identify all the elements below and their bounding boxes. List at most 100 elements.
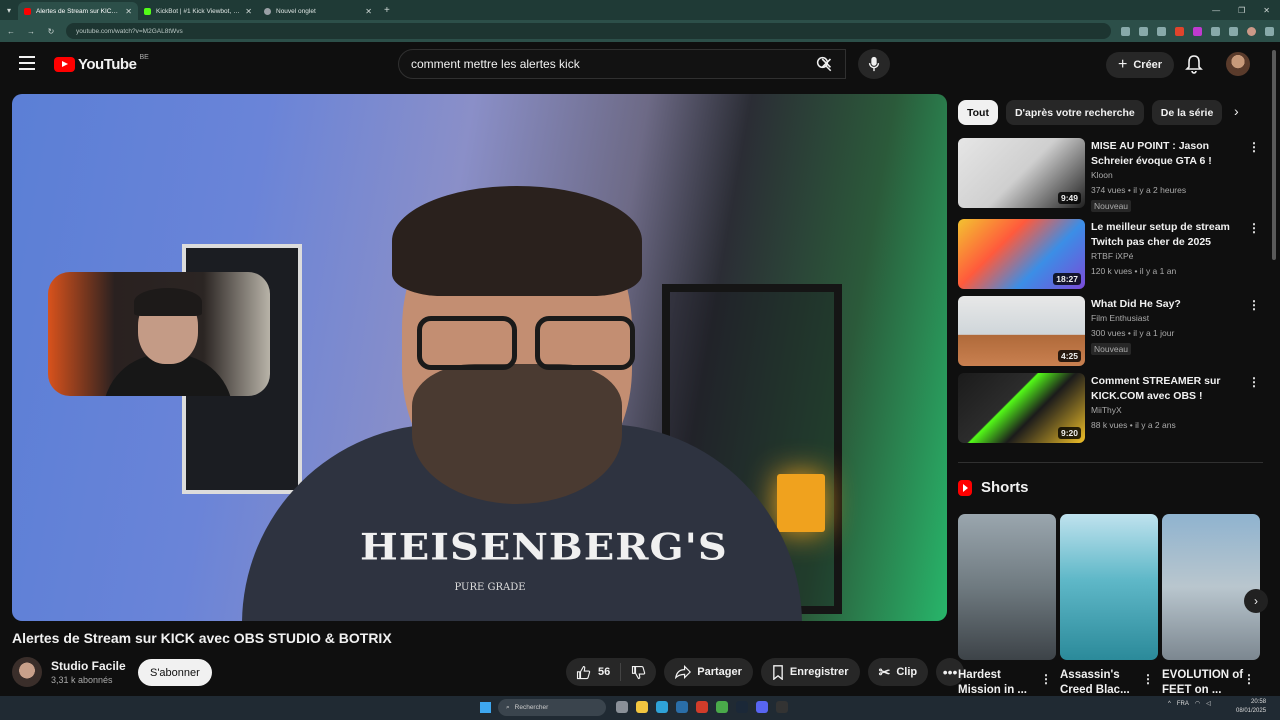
search-button[interactable] [802,49,846,79]
save-button[interactable]: Enregistrer [760,658,860,686]
like-button[interactable]: 56 [566,663,622,681]
cast-icon[interactable] [1139,26,1148,36]
tab-search-icon[interactable]: ▾ [0,0,18,20]
short-thumbnail[interactable] [958,514,1056,660]
tray-chevron-icon[interactable]: ^ [1168,701,1171,707]
notifications-button[interactable] [1185,54,1203,79]
maximize-icon[interactable]: ❐ [1238,6,1245,15]
clock-date: 08/01/2025 [1236,708,1267,714]
video-thumbnail[interactable]: 9:20 [958,373,1085,443]
browser-tab-new[interactable]: Nouvel onglet ✕ [258,2,378,20]
browser-tab-bar: ▾ Alertes de Stream sur KICK avec ✕ Kick… [0,0,1280,20]
address-bar[interactable]: youtube.com/watch?v=M2GAL8tWvs [66,23,1111,39]
section-divider [958,462,1263,463]
edge-icon[interactable] [656,701,668,713]
close-tab-icon[interactable]: ✕ [125,7,132,16]
new-badge: Nouveau [1091,343,1132,355]
kebab-menu-icon[interactable]: ⋮ [1040,672,1052,686]
account-avatar[interactable] [1226,52,1250,76]
extension-icon[interactable] [1193,26,1202,36]
rec-title[interactable]: Le meilleur setup de stream Twitch pas c… [1091,220,1241,250]
adobe-icon[interactable] [696,701,708,713]
kebab-menu-icon[interactable]: ⋮ [1248,298,1260,312]
extension-icon[interactable] [1175,26,1184,36]
rec-title[interactable]: MISE AU POINT : Jason Schreier évoque GT… [1091,139,1241,169]
video-thumbnail[interactable]: 9:49 [958,138,1085,208]
video-thumbnail[interactable]: 18:27 [958,219,1085,289]
short-title[interactable]: Hardest Mission in ... [958,668,1040,698]
zoom-icon[interactable] [1121,26,1130,36]
bookmark-star-icon[interactable] [1157,26,1166,36]
short-thumbnail[interactable] [1060,514,1158,660]
page-scrollbar[interactable] [1272,50,1276,260]
discord-icon[interactable] [756,701,768,713]
voice-search-button[interactable] [858,49,890,79]
kebab-menu-icon[interactable]: ⋮ [1248,221,1260,235]
downloads-icon[interactable] [1229,26,1238,36]
youtube-logo[interactable]: YouTube BE [54,54,149,73]
video-player[interactable]: HEISENBERG'S PURE GRADE [12,94,947,621]
video-thumbnail[interactable]: 4:25 [958,296,1085,366]
share-button[interactable]: Partager [664,658,753,686]
hamburger-menu-icon[interactable] [19,56,35,70]
create-button[interactable]: + Créer [1106,52,1175,78]
reload-icon[interactable]: ↻ [46,27,56,36]
short-title[interactable]: Assassin's Creed Blac... [1060,668,1142,698]
rec-title[interactable]: Comment STREAMER sur KICK.COM avec OBS ! [1091,374,1241,404]
taskbar-search[interactable]: ⌕ Rechercher [498,699,606,716]
chip-all[interactable]: Tout [958,100,998,125]
window-close-icon[interactable]: ✕ [1263,6,1270,15]
kebab-menu-icon[interactable]: ⋮ [1248,375,1260,389]
recommendation-item[interactable]: 9:20 Comment STREAMER sur KICK.COM avec … [958,373,1263,445]
channel-avatar[interactable] [12,657,42,687]
extensions-puzzle-icon[interactable] [1211,26,1220,36]
chevron-right-icon[interactable]: › [1244,589,1268,613]
recommendation-item[interactable]: 4:25 What Did He Say? Film Enthusiast 30… [958,296,1263,368]
kebab-menu-icon[interactable]: ⋮ [1142,672,1154,686]
file-explorer-icon[interactable] [636,701,648,713]
chrome-icon[interactable] [716,701,728,713]
recommendation-item[interactable]: 18:27 Le meilleur setup de stream Twitch… [958,219,1263,291]
menu-kebab-icon[interactable] [1265,26,1274,36]
task-view-icon[interactable] [616,701,628,713]
duration-badge: 18:27 [1053,273,1081,285]
chip-series[interactable]: De la série [1151,100,1223,125]
browser-tab-kickbot[interactable]: KickBot | #1 Kick Viewbot, Chat ✕ [138,2,258,20]
rec-title[interactable]: What Did He Say? [1091,297,1241,312]
short-thumbnail[interactable] [1162,514,1260,660]
duration-badge: 4:25 [1057,350,1081,362]
close-tab-icon[interactable]: ✕ [245,7,252,16]
language-indicator[interactable]: FRA [1177,701,1189,707]
clip-button[interactable]: ✂ Clip [867,658,929,686]
obs-icon[interactable] [776,701,788,713]
search-input[interactable]: comment mettre les alertes kick [411,57,820,71]
chip-related[interactable]: D'après votre recherche [1005,100,1144,125]
search-box[interactable]: comment mettre les alertes kick ✕ [398,49,846,79]
close-tab-icon[interactable]: ✕ [365,7,372,16]
new-tab-icon[interactable]: + [378,5,396,16]
wifi-icon[interactable]: ◠ [1195,700,1200,707]
rec-channel[interactable]: Film Enthusiast [1091,313,1149,323]
kebab-menu-icon[interactable]: ⋮ [1248,140,1260,154]
minimize-icon[interactable]: — [1212,6,1220,15]
steam-icon[interactable] [736,701,748,713]
channel-name[interactable]: Studio Facile [51,659,126,673]
kebab-menu-icon[interactable]: ⋮ [1243,672,1255,686]
photoshop-icon[interactable] [676,701,688,713]
windows-start-icon[interactable] [480,702,491,713]
volume-icon[interactable]: ◁ [1206,700,1211,707]
rec-channel[interactable]: Kloon [1091,170,1113,180]
profile-icon[interactable] [1247,26,1256,36]
dislike-button[interactable] [621,665,656,680]
chevron-right-icon[interactable]: › [1234,103,1239,119]
browser-tab-youtube[interactable]: Alertes de Stream sur KICK avec ✕ [18,2,138,20]
rec-channel[interactable]: RTBF iXPé [1091,251,1133,261]
subscribe-button[interactable]: S'abonner [138,659,212,686]
short-title[interactable]: EVOLUTION of FEET on ... [1162,668,1244,698]
rec-channel[interactable]: MiiThyX [1091,405,1122,415]
back-icon[interactable]: ← [6,27,16,36]
recommendation-item[interactable]: 9:49 MISE AU POINT : Jason Schreier évoq… [958,138,1263,212]
rec-meta: 120 k vues • il y a 1 an [1091,266,1177,276]
taskbar-clock[interactable]: 20:58 08/01/2025 [1236,698,1266,716]
forward-icon[interactable]: → [26,27,36,36]
